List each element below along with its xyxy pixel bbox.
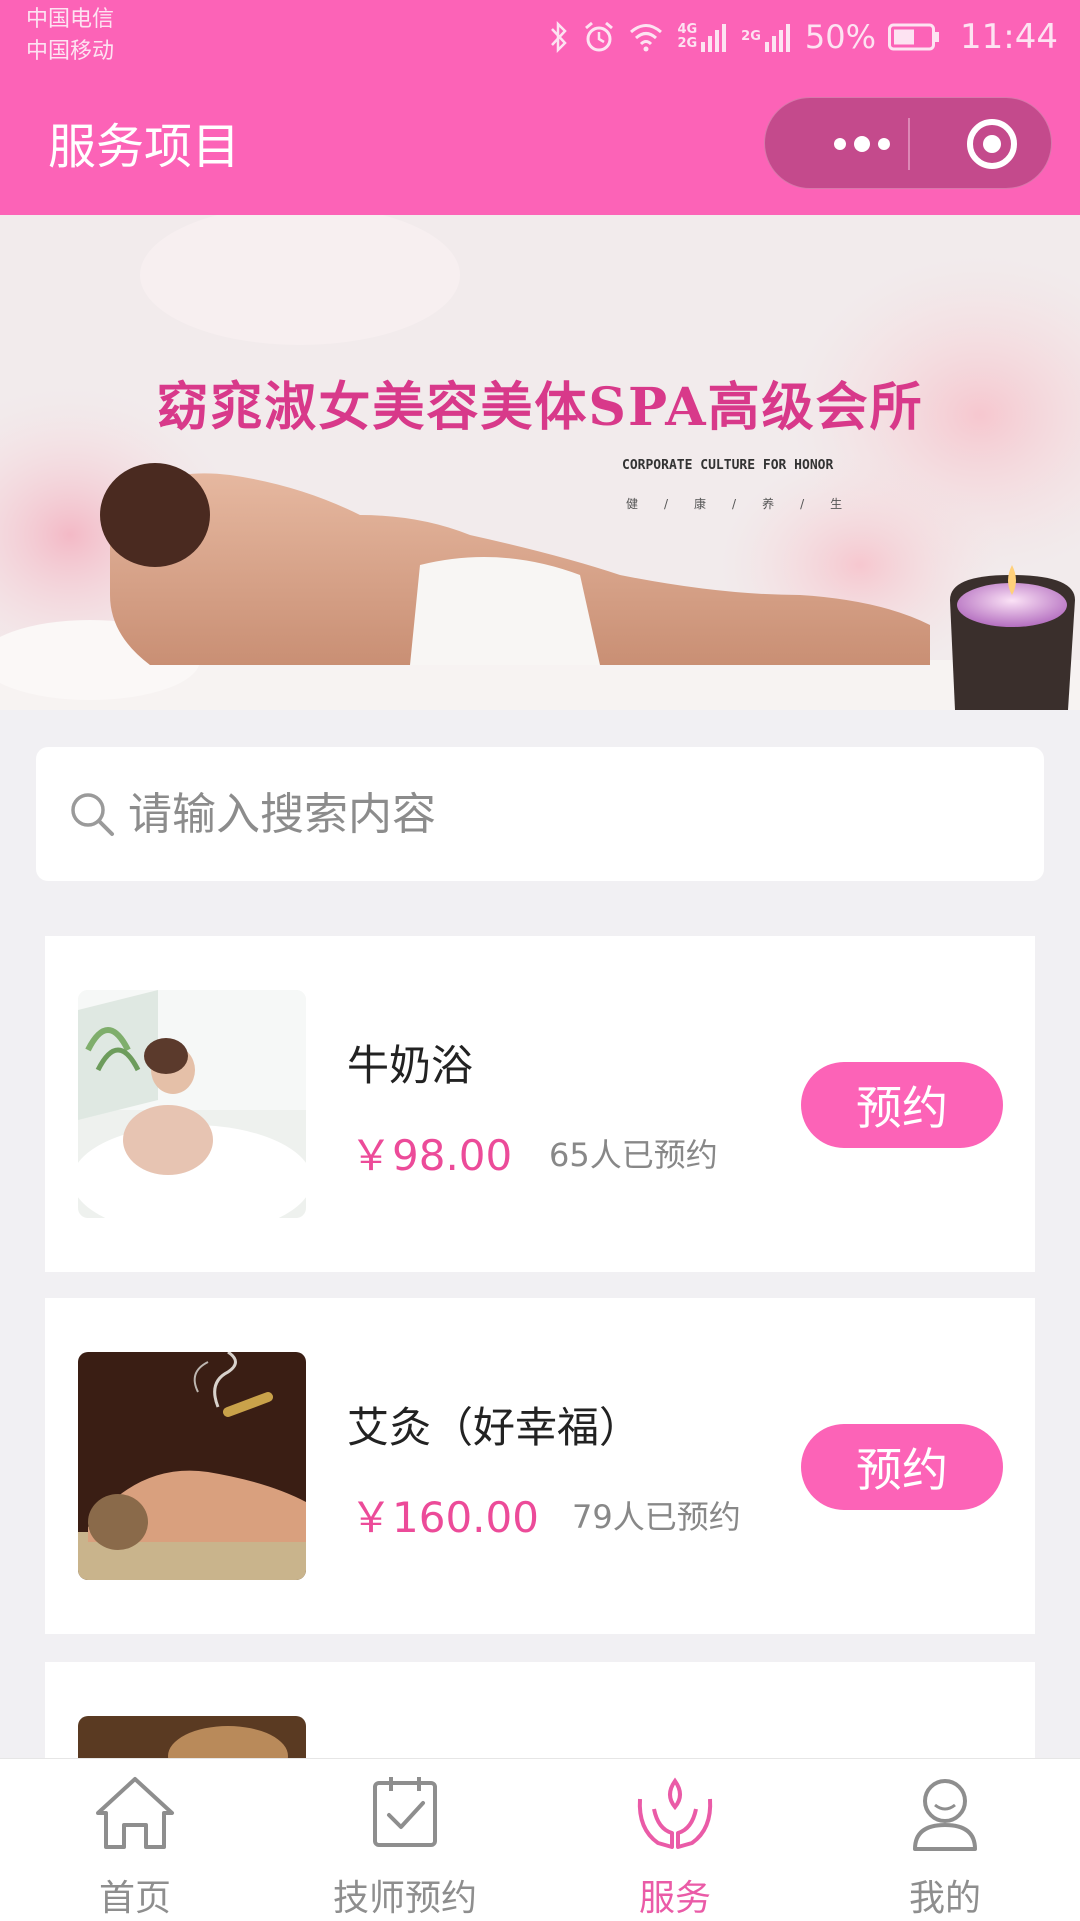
promo-banner[interactable]: 窈窕淑女美容美体SPA高级会所 CORPORATE CULTURE FOR HO…: [0, 215, 1080, 710]
target-icon: [967, 119, 1017, 169]
bottom-tab-bar: 首页 技师预约 服务 我的: [0, 1758, 1080, 1921]
clock: 11:44: [960, 17, 1058, 57]
tab-home-label: 首页: [98, 1878, 171, 1919]
network-type-1: 4G 2G: [677, 22, 698, 51]
page-title: 服务项目: [48, 119, 241, 175]
tab-technician-booking[interactable]: 技师预约: [270, 1759, 540, 1921]
carrier-1: 中国电信: [26, 7, 115, 32]
book-button[interactable]: 预约: [801, 1062, 1003, 1148]
banner-tags: 健/康/养/生: [626, 497, 869, 511]
search-bar[interactable]: [36, 747, 1044, 881]
service-thumbnail: [78, 990, 306, 1218]
service-price: ￥98.00: [350, 1131, 513, 1180]
service-card[interactable]: 牛奶浴 ￥98.00 65人已预约 预约: [45, 936, 1035, 1272]
service-card[interactable]: [45, 1662, 1035, 1758]
search-input[interactable]: [128, 788, 988, 840]
network-type-2: 2G: [741, 29, 761, 44]
bluetooth-icon: [549, 20, 569, 54]
lotus-hands-icon: [540, 1773, 810, 1853]
banner-title: 窈窕淑女美容美体SPA高级会所: [156, 377, 924, 438]
capsule-divider: [908, 118, 910, 170]
service-card[interactable]: 艾灸（好幸福） ￥160.00 79人已预约 预约: [45, 1298, 1035, 1634]
booked-count: 79人已预约: [572, 1498, 741, 1536]
service-price: ￥160.00: [350, 1493, 539, 1542]
signal-icon-1: [701, 22, 727, 52]
signal-icon-2: [764, 22, 791, 52]
service-thumbnail: [78, 1716, 306, 1758]
battery-icon: [888, 23, 940, 51]
close-button[interactable]: [947, 98, 1037, 190]
carrier-2: 中国移动: [26, 39, 115, 64]
wifi-icon: [629, 22, 663, 52]
tab-services-label: 服务: [638, 1878, 711, 1919]
mini-program-capsule: [764, 97, 1052, 189]
service-thumbnail: [78, 1352, 306, 1580]
booked-count: 65人已预约: [549, 1136, 718, 1174]
battery-percent: 50%: [804, 18, 877, 56]
more-button[interactable]: [807, 98, 917, 190]
tab-profile[interactable]: 我的: [810, 1759, 1080, 1921]
book-button[interactable]: 预约: [801, 1424, 1003, 1510]
search-icon: [68, 790, 116, 838]
top-bar: 中国电信 中国移动 4G 2G 2G 50% 11:44 服务项目: [0, 0, 1080, 215]
tab-home[interactable]: 首页: [0, 1759, 270, 1921]
tab-technician-booking-label: 技师预约: [332, 1878, 477, 1919]
status-icons: 4G 2G 2G 50% 11:44: [549, 14, 1058, 60]
banner-subtitle: CORPORATE CULTURE FOR HONOR: [622, 458, 834, 473]
more-dots-icon: [834, 136, 890, 152]
calendar-check-icon: [270, 1773, 540, 1853]
alarm-icon: [583, 20, 615, 54]
service-name: 艾灸（好幸福）: [347, 1403, 642, 1452]
user-icon: [810, 1773, 1080, 1853]
tab-services[interactable]: 服务: [540, 1759, 810, 1921]
tab-profile-label: 我的: [908, 1878, 981, 1919]
service-name: 牛奶浴: [347, 1041, 474, 1090]
banner-image: [0, 215, 1080, 710]
carrier-info: 中国电信 中国移动: [26, 4, 114, 68]
home-icon: [0, 1773, 270, 1853]
